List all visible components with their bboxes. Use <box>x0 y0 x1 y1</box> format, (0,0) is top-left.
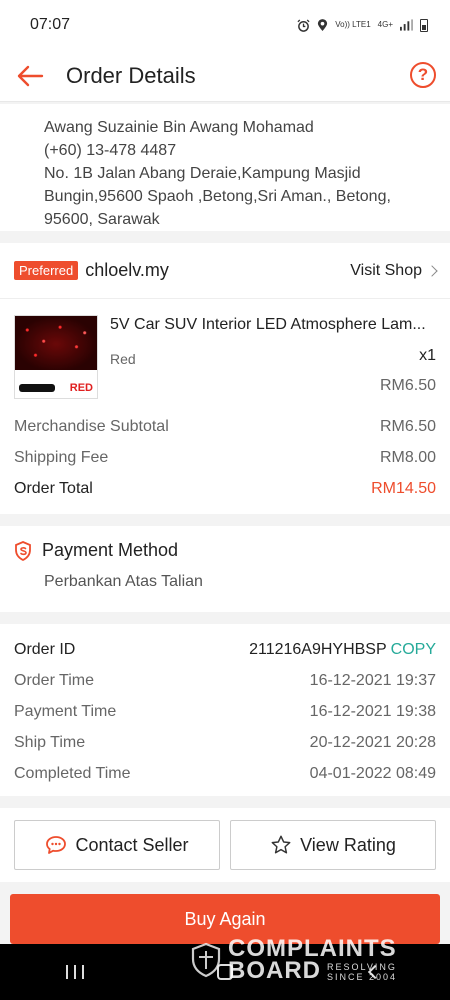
copy-order-id-button[interactable]: COPY <box>391 641 436 658</box>
status-bar: 07:07 Vo)) LTE1 4G+ <box>0 0 450 50</box>
order-id-value-group: 211216A9HYHBSP COPY <box>249 641 436 659</box>
shipping-value: RM8.00 <box>379 448 436 466</box>
chat-icon <box>46 836 67 854</box>
status-time: 07:07 <box>30 16 71 33</box>
shipping-label: Shipping Fee <box>14 448 109 466</box>
order-time-row: Order Time 16-12-2021 19:37 <box>14 665 436 696</box>
watermark-sub1: RESOLVING <box>327 962 397 972</box>
payment-method-card: Payment Method Perbankan Atas Talian <box>0 526 450 612</box>
product-variant: Red <box>110 351 136 367</box>
address-line: No. 1B Jalan Abang Deraie,Kampung Masjid… <box>44 165 391 228</box>
order-time-value: 16-12-2021 19:37 <box>309 671 436 689</box>
chevron-right-icon <box>426 264 438 277</box>
starry-light-image <box>15 316 97 372</box>
shield-logo-icon <box>191 942 221 978</box>
ship-time-label: Ship Time <box>14 733 86 751</box>
shop-row: Preferred chloelv.my Visit Shop <box>0 243 450 299</box>
order-total-value: RM14.50 <box>371 479 436 497</box>
alarm-icon <box>297 18 310 32</box>
order-id-value: 211216A9HYHBSP <box>249 640 387 658</box>
star-icon <box>271 835 291 854</box>
signal-icon <box>400 19 413 31</box>
thumbnail-color-tag: RED <box>69 382 93 394</box>
contact-seller-button[interactable]: Contact Seller <box>14 820 220 870</box>
volte-indicator: Vo)) LTE1 <box>335 20 371 29</box>
network-4g-indicator: 4G+ <box>377 20 393 29</box>
complaints-board-watermark: COMPLAINTS BOARD RESOLVING SINCE 2004 <box>190 937 398 984</box>
usb-device-image <box>19 384 55 392</box>
product-price: RM6.50 <box>379 377 436 394</box>
payment-method-value: Perbankan Atas Talian <box>44 573 203 590</box>
contact-seller-label: Contact Seller <box>75 834 189 855</box>
shop-name[interactable]: chloelv.my <box>85 260 169 281</box>
order-info-card: Order ID 211216A9HYHBSP COPY Order Time 1… <box>0 624 450 796</box>
help-button[interactable]: ? <box>410 62 436 88</box>
watermark-sub2: SINCE 2004 <box>327 972 398 982</box>
completed-time-value: 04-01-2022 08:49 <box>309 764 436 782</box>
subtotal-row: Merchandise Subtotal RM6.50 <box>14 411 436 442</box>
completed-time-label: Completed Time <box>14 764 131 782</box>
recipient-phone: (+60) 13-478 4487 <box>44 142 177 159</box>
back-arrow-icon <box>17 65 44 86</box>
shipping-row: Shipping Fee RM8.00 <box>14 442 436 473</box>
order-total-row: Order Total RM14.50 <box>14 473 436 504</box>
visit-shop-label: Visit Shop <box>350 261 422 279</box>
status-icons: Vo)) LTE1 4G+ <box>297 18 428 32</box>
product-quantity: x1 <box>419 347 436 364</box>
back-button[interactable] <box>14 60 46 92</box>
shopee-pay-icon <box>15 540 31 561</box>
product-name: 5V Car SUV Interior LED Atmosphere Lam..… <box>110 316 426 333</box>
preferred-badge: Preferred <box>14 261 79 280</box>
watermark-line2: BOARD <box>228 957 321 984</box>
recipient-name: Awang Suzainie Bin Awang Mohamad <box>44 119 314 136</box>
app-header: Order Details ? <box>0 50 450 102</box>
action-buttons: Contact Seller View Rating <box>0 808 450 882</box>
order-id-label: Order ID <box>14 640 76 658</box>
order-total-label: Order Total <box>14 479 93 497</box>
product-thumbnail: RED <box>14 315 98 399</box>
ship-time-value: 20-12-2021 20:28 <box>309 733 436 751</box>
location-icon <box>318 18 328 31</box>
order-totals: Merchandise Subtotal RM6.50 Shipping Fee… <box>0 411 450 514</box>
payment-time-row: Payment Time 16-12-2021 19:38 <box>14 696 436 727</box>
page-title: Order Details <box>66 62 196 88</box>
payment-time-value: 16-12-2021 19:38 <box>309 702 436 720</box>
order-id-row: Order ID 211216A9HYHBSP COPY <box>14 634 436 665</box>
ship-time-row: Ship Time 20-12-2021 20:28 <box>14 727 436 758</box>
subtotal-value: RM6.50 <box>379 417 436 435</box>
product-info: 5V Car SUV Interior LED Atmosphere Lam..… <box>110 315 436 401</box>
product-item[interactable]: RED 5V Car SUV Interior LED Atmosphere L… <box>0 299 450 411</box>
payment-time-label: Payment Time <box>14 702 117 720</box>
order-items-card: Preferred chloelv.my Visit Shop RED 5V C… <box>0 243 450 514</box>
completed-time-row: Completed Time 04-01-2022 08:49 <box>14 758 436 789</box>
payment-title-row: Payment Method <box>14 540 436 561</box>
order-time-label: Order Time <box>14 671 95 689</box>
visit-shop-button[interactable]: Visit Shop <box>350 261 438 280</box>
shipping-address: Awang Suzainie Bin Awang Mohamad (+60) 1… <box>0 104 450 231</box>
recent-apps-button[interactable] <box>55 957 95 987</box>
battery-icon <box>420 18 428 32</box>
view-rating-label: View Rating <box>300 834 396 855</box>
payment-method-title: Payment Method <box>42 540 179 560</box>
view-rating-button[interactable]: View Rating <box>230 820 436 870</box>
subtotal-label: Merchandise Subtotal <box>14 417 169 435</box>
